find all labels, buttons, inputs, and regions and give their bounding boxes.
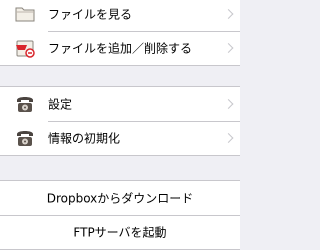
rotary-phone-icon <box>13 126 37 150</box>
start-ftp-server-button[interactable]: FTPサーバを起動 <box>0 215 240 249</box>
folder-icon <box>13 2 37 26</box>
reset-info-row[interactable]: 情報の初期化 <box>0 121 240 155</box>
view-files-row[interactable]: ファイルを見る <box>0 0 240 31</box>
add-remove-files-label: ファイルを追加／削除する <box>48 41 193 56</box>
dropbox-download-button[interactable]: Dropboxからダウンロード <box>0 181 240 215</box>
settings-row[interactable]: 設定 <box>0 87 240 121</box>
reset-info-label: 情報の初期化 <box>48 131 121 146</box>
chevron-right-icon <box>223 99 234 109</box>
add-remove-files-row[interactable]: ファイルを追加／削除する <box>0 31 240 65</box>
start-ftp-server-label: FTPサーバを起動 <box>73 225 167 240</box>
files-section: ファイルを見る ファイルを追加／削除する <box>0 0 240 66</box>
dropbox-download-label: Dropboxからダウンロード <box>46 191 194 206</box>
rotary-phone-icon <box>13 92 37 116</box>
settings-label: 設定 <box>48 97 73 112</box>
settings-section: 設定 情報の初期化 <box>0 86 240 156</box>
chevron-right-icon <box>223 43 234 53</box>
chevron-right-icon <box>223 9 234 19</box>
chevron-right-icon <box>223 133 234 143</box>
add-remove-files-icon <box>13 36 37 60</box>
view-files-label: ファイルを見る <box>48 7 133 22</box>
